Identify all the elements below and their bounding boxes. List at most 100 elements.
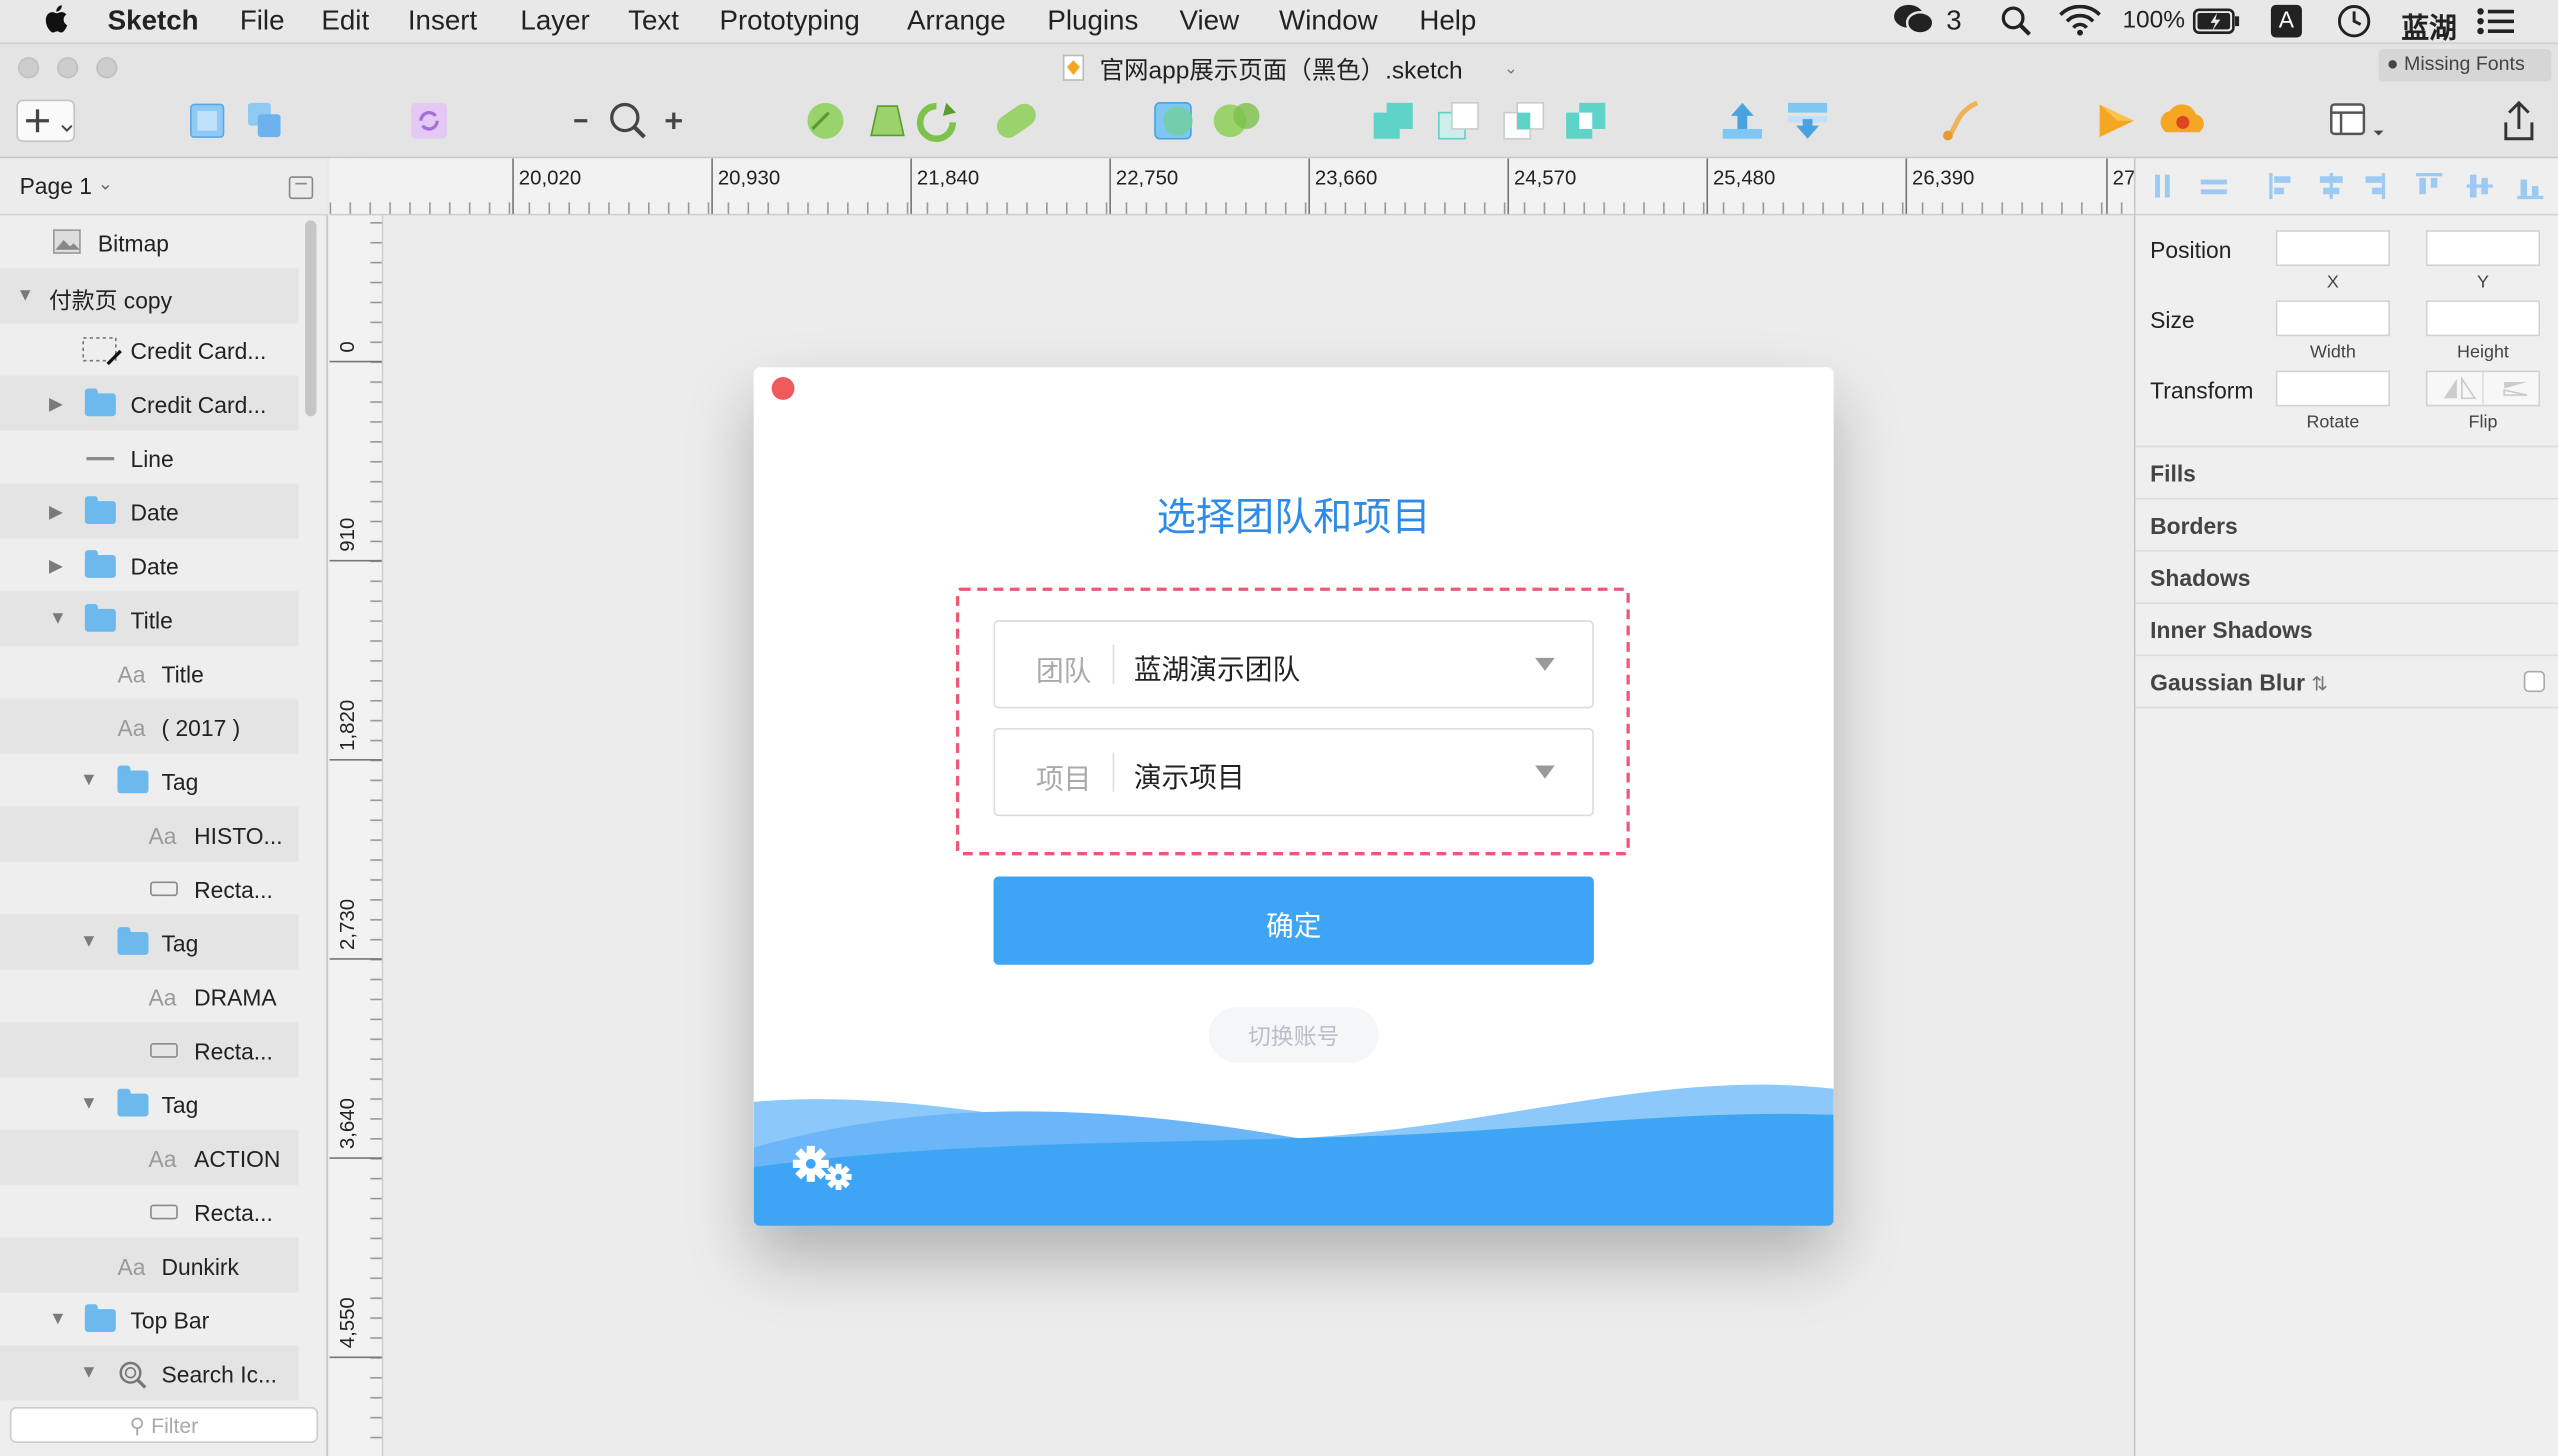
disclosure-open-icon[interactable]: ▼ [16,286,34,306]
layer-row-bitmap[interactable]: Bitmap [0,215,299,270]
boolean-operation-tools[interactable] [1370,100,1611,142]
menu-insert[interactable]: Insert [408,5,477,38]
window-minimize-button[interactable] [57,57,79,79]
vertical-ruler[interactable]: 0 910 1,820 2,730 3,640 4,550 [329,215,384,1456]
inner-shadows-section[interactable]: Inner Shadows [2135,602,2558,654]
share-export-icon[interactable] [2501,100,2537,142]
mirror-icon[interactable] [1938,100,1987,142]
layer-row-line[interactable]: Line [0,431,299,485]
dialog-close-button[interactable] [771,377,795,400]
edit-transform-tools[interactable] [1152,100,1266,142]
window-close-button[interactable] [17,57,40,79]
path-tools[interactable] [803,100,1041,142]
time-machine-icon[interactable] [2336,3,2372,47]
menu-layer[interactable]: Layer [520,5,589,38]
menu-window[interactable]: Window [1279,5,1378,38]
window-zoom-button[interactable] [96,57,118,79]
disclosure-open-icon[interactable]: ▼ [80,770,98,790]
layer-row-rectangle[interactable]: Recta... [0,862,299,916]
switch-account-button[interactable]: 切换账号 [1208,1007,1379,1063]
forward-backward-tools[interactable] [1719,100,1830,142]
menu-plugins[interactable]: Plugins [1047,5,1138,38]
zoom-tools[interactable] [571,100,685,142]
preview-cloud-tools[interactable] [2095,100,2219,142]
layer-row-group[interactable]: ▶ Date [0,539,299,593]
create-symbol-icon[interactable] [408,100,450,142]
rotate-input[interactable] [2275,370,2391,407]
layer-row-rectangle[interactable]: Recta... [0,1185,299,1239]
layer-row-group[interactable]: ▼ Search Ic... [0,1346,299,1401]
height-input[interactable] [2425,300,2541,337]
layer-row-group[interactable]: ▼ Title [0,592,299,647]
fills-section[interactable]: Fills [2135,445,2558,498]
layer-row-text[interactable]: Aa ( 2017 ) [0,700,299,755]
gaussian-blur-checkbox[interactable] [2523,670,2545,693]
layer-row-text[interactable]: Aa Dunkirk [0,1238,299,1293]
blur-type-chevron-icon[interactable]: ⇅ [2311,673,2327,696]
title-chevron-down-icon[interactable]: ⌄ [1504,60,1518,78]
layer-row-group[interactable]: ▼ Tag [0,754,299,808]
layers-scrollbar[interactable] [305,220,317,417]
notification-center-icon[interactable] [2476,7,2515,45]
user-name[interactable]: 蓝湖 [2401,5,2456,46]
disclosure-open-icon[interactable]: ▼ [80,932,98,952]
layer-row-text[interactable]: Aa DRAMA [0,970,299,1024]
artboard[interactable]: 选择团队和项目 团队 蓝湖演示团队 项目 演示项目 确定 切换账号 [753,367,1834,1226]
disclosure-closed-icon[interactable]: ▶ [49,501,63,523]
layer-row-group[interactable]: ▼ Tag [0,915,299,970]
wechat-icon[interactable] [1892,3,1935,44]
menu-sketch[interactable]: Sketch [108,5,199,38]
borders-section[interactable]: Borders [2135,497,2558,550]
menu-edit[interactable]: Edit [321,5,369,38]
document-title[interactable]: 官网app展示页面（黑色）.sketch [1100,52,1463,86]
width-input[interactable] [2275,300,2391,337]
disclosure-open-icon[interactable]: ▼ [80,1363,98,1383]
page-selector[interactable]: Page 1 ⌄ [0,158,328,216]
confirm-button[interactable]: 确定 [993,876,1594,965]
missing-fonts-button[interactable]: ● Missing Fonts [2378,48,2552,82]
project-select[interactable]: 项目 演示项目 [993,728,1594,817]
disclosure-closed-icon[interactable]: ▶ [49,555,63,577]
layer-row-symbol[interactable]: Credit Card... [0,323,299,378]
spotlight-search-icon[interactable] [2000,5,2033,46]
menu-view[interactable]: View [1180,5,1240,38]
input-method-indicator[interactable]: A [2270,4,2302,38]
wifi-icon[interactable] [2059,4,2101,44]
layer-row-group[interactable]: ▶ Date [0,484,299,539]
layer-row-group[interactable]: ▼ Tag [0,1077,299,1132]
team-select[interactable]: 团队 蓝湖演示团队 [993,620,1594,709]
gaussian-blur-section[interactable]: Gaussian Blur ⇅ [2135,654,2558,709]
layer-row-group[interactable]: ▼ Top Bar [0,1293,299,1347]
layer-filter-input[interactable]: ⚲ Filter [9,1407,319,1443]
group-ungroup-tools[interactable] [186,100,281,142]
menu-help[interactable]: Help [1419,5,1476,38]
view-toggle-button[interactable] [2328,100,2390,142]
layer-row-text[interactable]: Aa Title [0,646,299,701]
symbol-icon [82,336,124,370]
layer-row-rectangle[interactable]: Recta... [0,1023,299,1078]
position-x-input[interactable] [2275,230,2391,267]
disclosure-closed-icon[interactable]: ▶ [49,393,63,415]
insert-button[interactable] [16,99,76,143]
page-chevron-down-icon[interactable]: ⌄ [98,173,113,195]
flip-buttons[interactable] [2425,370,2541,407]
horizontal-ruler[interactable]: 20,020 20,930 21,840 22,750 23,660 24,57… [329,158,2134,216]
shadows-section[interactable]: Shadows [2135,550,2558,602]
menu-text[interactable]: Text [628,5,679,38]
settings-gear-icon[interactable] [790,1143,859,1203]
layer-row-text[interactable]: Aa ACTION [0,1131,299,1186]
disclosure-open-icon[interactable]: ▼ [49,1309,67,1329]
alignment-icons[interactable] [2136,158,2558,215]
menu-arrange[interactable]: Arrange [907,5,1006,38]
menu-prototyping[interactable]: Prototyping [719,5,859,38]
position-y-input[interactable] [2425,230,2541,267]
toggle-pages-icon[interactable] [288,176,314,200]
layer-row-group[interactable]: ▶ Credit Card... [0,377,299,431]
apple-menu-icon[interactable] [42,3,68,42]
menu-file[interactable]: File [240,5,285,38]
battery-icon[interactable] [2192,7,2242,45]
disclosure-open-icon[interactable]: ▼ [80,1094,98,1114]
disclosure-open-icon[interactable]: ▼ [49,609,67,629]
layer-row-artboard[interactable]: ▼ 付款页 copy [0,269,299,324]
layer-row-text[interactable]: Aa HISTO... [0,807,299,862]
